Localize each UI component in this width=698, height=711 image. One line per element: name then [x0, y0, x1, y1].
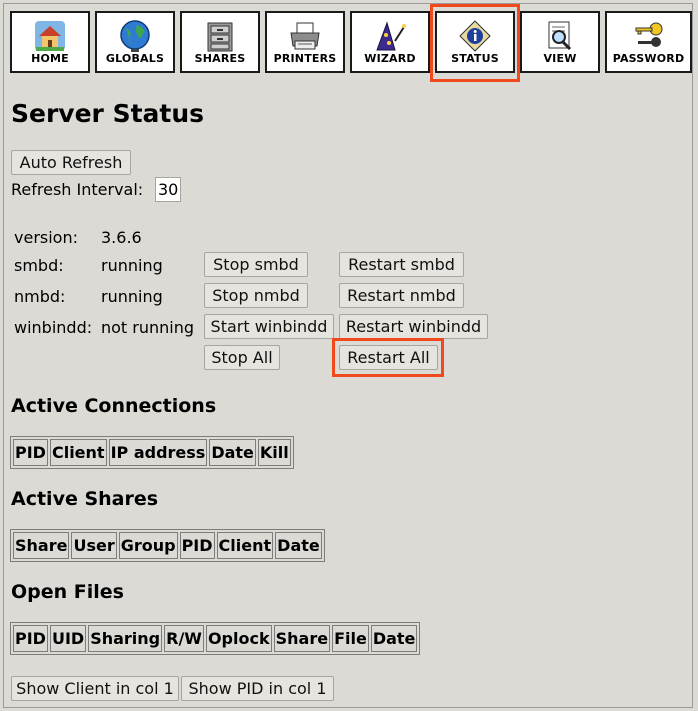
column-header: IP address: [108, 439, 208, 466]
column-header: Client: [49, 439, 107, 466]
magnifier-icon: [548, 21, 572, 51]
wizard-button[interactable]: WIZARD: [350, 11, 430, 73]
smbd-label: smbd:: [14, 256, 64, 275]
column-header: File: [332, 625, 369, 652]
nmbd-status: running: [101, 287, 163, 306]
printers-label: PRINTERS: [273, 52, 337, 65]
home-button[interactable]: HOME: [10, 11, 90, 73]
column-header: PID: [13, 439, 48, 466]
keys-icon: [635, 22, 662, 47]
stop-all-button[interactable]: Stop All: [204, 345, 280, 370]
open-files-table: PID UID Sharing R/W Oplock Share File Da…: [10, 622, 421, 655]
column-header: Kill: [257, 439, 291, 466]
active-shares-title: Active Shares: [11, 488, 159, 510]
wizard-label: WIZARD: [364, 52, 416, 65]
restart-all-highlight: [332, 338, 444, 377]
smbd-status: running: [101, 256, 163, 275]
stop-nmbd-button[interactable]: Stop nmbd: [204, 283, 308, 308]
column-header: User: [71, 532, 117, 559]
column-header: Date: [209, 439, 256, 466]
shares-label: SHARES: [194, 52, 246, 65]
refresh-interval-input[interactable]: 30: [155, 177, 181, 202]
file-cabinet-icon: [207, 22, 233, 52]
column-header: R/W: [164, 625, 204, 652]
column-header: Date: [275, 532, 322, 559]
globals-button[interactable]: GLOBALS: [95, 11, 175, 73]
winbindd-label: winbindd:: [14, 318, 93, 337]
column-header: Date: [370, 625, 418, 652]
page-title: Server Status: [11, 99, 205, 128]
restart-smbd-button[interactable]: Restart smbd: [339, 252, 464, 277]
column-header: Oplock: [205, 625, 272, 652]
status-highlight: [430, 4, 520, 82]
stop-smbd-button[interactable]: Stop smbd: [204, 252, 308, 277]
printers-button[interactable]: PRINTERS: [265, 11, 345, 73]
restart-nmbd-button[interactable]: Restart nmbd: [339, 283, 464, 308]
show-pid-button[interactable]: Show PID in col 1: [181, 676, 334, 701]
table-header-row: PID UID Sharing R/W Oplock Share File Da…: [13, 625, 418, 652]
globals-label: GLOBALS: [105, 52, 165, 65]
show-client-button[interactable]: Show Client in col 1: [11, 676, 179, 701]
table-header-row: PID Client IP address Date Kill: [13, 439, 291, 466]
open-files-title: Open Files: [11, 581, 124, 603]
auto-refresh-button[interactable]: Auto Refresh: [11, 150, 131, 175]
shares-button[interactable]: SHARES: [180, 11, 260, 73]
wizard-hat-icon: [376, 21, 406, 51]
version-value: 3.6.6: [101, 228, 142, 247]
view-label: VIEW: [543, 52, 577, 65]
table-header-row: Share User Group PID Client Date: [13, 532, 322, 559]
active-connections-title: Active Connections: [11, 395, 217, 417]
column-header: Share: [13, 532, 70, 559]
password-button[interactable]: PASSWORD: [605, 11, 692, 73]
column-header: PID: [179, 532, 215, 559]
column-header: PID: [13, 625, 48, 652]
column-header: Share: [273, 625, 331, 652]
start-winbindd-button[interactable]: Start winbindd: [204, 314, 334, 339]
column-header: Group: [118, 532, 178, 559]
winbindd-status: not running: [101, 318, 195, 337]
globe-icon: [120, 20, 150, 52]
view-button[interactable]: VIEW: [520, 11, 600, 73]
version-label: version:: [14, 228, 78, 247]
home-label: HOME: [31, 52, 69, 65]
restart-winbindd-button[interactable]: Restart winbindd: [339, 314, 488, 339]
nmbd-label: nmbd:: [14, 287, 66, 306]
printer-icon: [290, 22, 320, 50]
password-label: PASSWORD: [612, 52, 685, 65]
house-icon: [35, 21, 65, 51]
column-header: UID: [49, 625, 87, 652]
column-header: Client: [216, 532, 274, 559]
active-connections-table: PID Client IP address Date Kill: [10, 436, 294, 469]
active-shares-table: Share User Group PID Client Date: [10, 529, 325, 562]
column-header: Sharing: [88, 625, 163, 652]
refresh-interval-label: Refresh Interval:: [11, 180, 144, 199]
